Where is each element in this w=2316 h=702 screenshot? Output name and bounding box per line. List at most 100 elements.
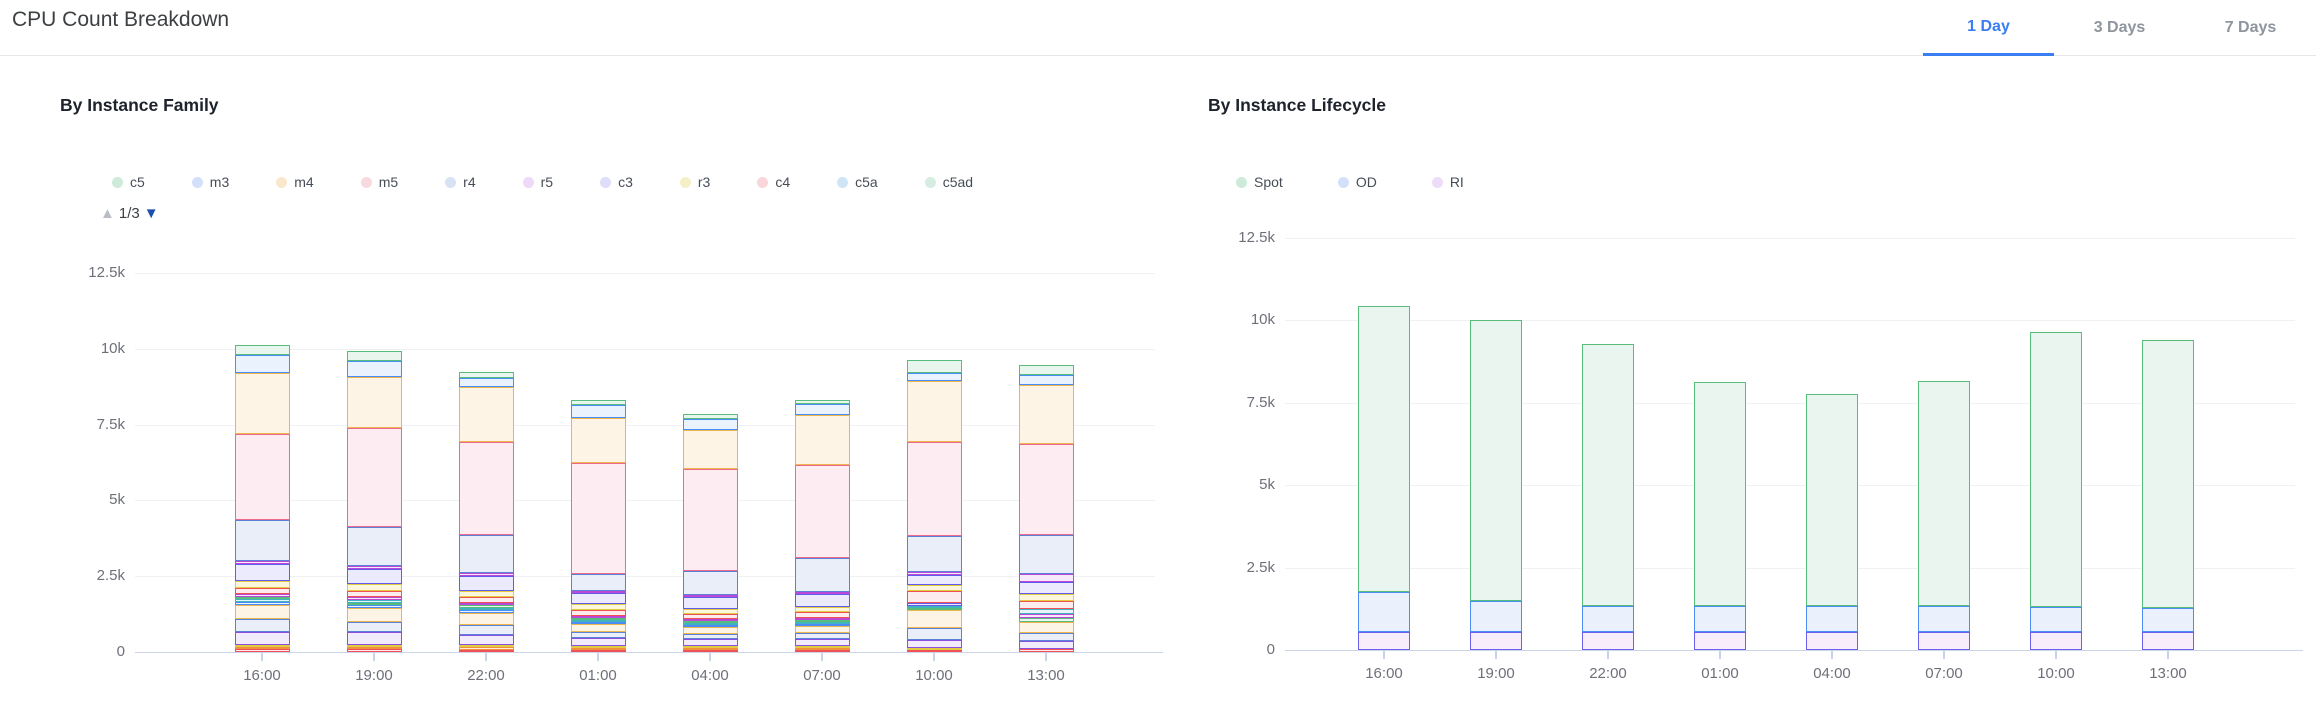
page-title: CPU Count Breakdown	[12, 8, 229, 32]
bar-segment	[907, 628, 962, 640]
x-axis-label: 10:00	[899, 666, 969, 686]
x-axis-label: 04:00	[1797, 664, 1867, 684]
x-axis-label: 19:00	[339, 666, 409, 686]
bar-segment	[795, 465, 850, 558]
tab-3-days[interactable]: 3 Days	[2054, 0, 2185, 56]
x-axis-tick	[373, 653, 375, 661]
bar-segment	[347, 361, 402, 377]
bar-segment	[347, 428, 402, 527]
bar-segment	[907, 536, 962, 572]
x-axis-label: 19:00	[1461, 664, 1531, 684]
bar-segment	[347, 527, 402, 566]
bar-segment	[907, 640, 962, 648]
bar-22:00	[1582, 238, 1634, 650]
bar-07:00	[795, 273, 850, 652]
y-axis-label: 12.5k	[55, 263, 125, 283]
bar-segment	[347, 377, 402, 429]
y-axis-label: 10k	[55, 339, 125, 359]
bar-segment	[571, 624, 626, 632]
bar-segment	[1019, 601, 1074, 610]
bar-segment	[795, 404, 850, 415]
bar-segment	[1019, 444, 1074, 536]
bar-segment	[459, 613, 514, 626]
bar-16:00	[1358, 238, 1410, 650]
instance-lifecycle-panel: By Instance Lifecycle SpotODRI 02.5k5k7.…	[1158, 56, 2316, 702]
bar-segment	[2142, 632, 2194, 650]
bar-segment	[459, 387, 514, 442]
x-axis-line	[1285, 650, 2303, 651]
x-axis-tick	[1045, 653, 1047, 661]
bar-segment	[683, 430, 738, 469]
bar-segment	[683, 571, 738, 595]
bar-19:00	[1470, 238, 1522, 650]
bar-segment	[571, 463, 626, 573]
y-axis-label: 7.5k	[1205, 393, 1275, 413]
bar-segment	[907, 381, 962, 442]
bar-segment	[683, 650, 738, 652]
x-axis-tick	[1383, 651, 1385, 659]
x-axis-tick	[261, 653, 263, 661]
x-axis-label: 13:00	[1011, 666, 1081, 686]
bar-segment	[795, 558, 850, 592]
bar-segment	[795, 415, 850, 464]
bar-segment	[235, 434, 290, 521]
bar-segment	[1806, 606, 1858, 632]
bar-segment	[1806, 394, 1858, 606]
bar-13:00	[2142, 238, 2194, 650]
bar-segment	[1694, 632, 1746, 650]
bar-segment	[1470, 632, 1522, 650]
x-axis-label: 22:00	[451, 666, 521, 686]
tab-1-day[interactable]: 1 Day	[1923, 0, 2054, 56]
x-axis-tick	[1719, 651, 1721, 659]
bar-segment	[795, 626, 850, 633]
x-axis-label: 01:00	[1685, 664, 1755, 684]
bar-13:00	[1019, 273, 1074, 652]
bar-segment	[347, 351, 402, 361]
bar-segment	[1694, 382, 1746, 606]
bar-segment	[795, 650, 850, 652]
bar-segment	[907, 650, 962, 652]
y-axis-label: 2.5k	[55, 566, 125, 586]
x-axis-tick	[1831, 651, 1833, 659]
y-axis-label: 12.5k	[1205, 228, 1275, 248]
y-axis-label: 5k	[1205, 475, 1275, 495]
y-axis-label: 5k	[55, 490, 125, 510]
bar-segment	[1358, 592, 1410, 632]
bar-segment	[1019, 641, 1074, 649]
bar-segment	[347, 608, 402, 622]
time-range-tabs: 1 Day 3 Days 7 Days	[1923, 0, 2316, 56]
y-axis-label: 7.5k	[55, 415, 125, 435]
bar-segment	[1582, 606, 1634, 632]
bar-segment	[683, 469, 738, 571]
bar-segment	[907, 591, 962, 603]
bar-segment	[459, 535, 514, 573]
bar-segment	[1019, 375, 1074, 385]
y-axis-label: 0	[55, 642, 125, 662]
bar-16:00	[235, 273, 290, 652]
x-axis-tick	[485, 653, 487, 661]
x-axis-tick	[1495, 651, 1497, 659]
x-axis-label: 04:00	[675, 666, 745, 686]
bar-segment	[1358, 632, 1410, 650]
bar-01:00	[571, 273, 626, 652]
bar-07:00	[1918, 238, 1970, 650]
bar-segment	[571, 593, 626, 604]
tab-7-days[interactable]: 7 Days	[2185, 0, 2316, 56]
bar-10:00	[907, 273, 962, 652]
bar-segment	[1694, 606, 1746, 632]
bar-segment	[683, 419, 738, 430]
x-axis-tick	[709, 653, 711, 661]
bar-segment	[907, 610, 962, 628]
bar-segment	[907, 442, 962, 536]
x-axis-label: 13:00	[2133, 664, 2203, 684]
bar-segment	[459, 378, 514, 387]
y-axis-label: 0	[1205, 640, 1275, 660]
bar-segment	[1019, 594, 1074, 601]
lifecycle-chart-plot: 02.5k5k7.5k10k12.5k16:0019:0022:0001:000…	[1158, 56, 2316, 702]
bar-segment	[2030, 632, 2082, 650]
bar-segment	[1918, 632, 1970, 650]
bar-segment	[1470, 601, 1522, 632]
bar-segment	[1019, 649, 1074, 652]
bar-segment	[347, 622, 402, 633]
bar-segment	[347, 569, 402, 584]
